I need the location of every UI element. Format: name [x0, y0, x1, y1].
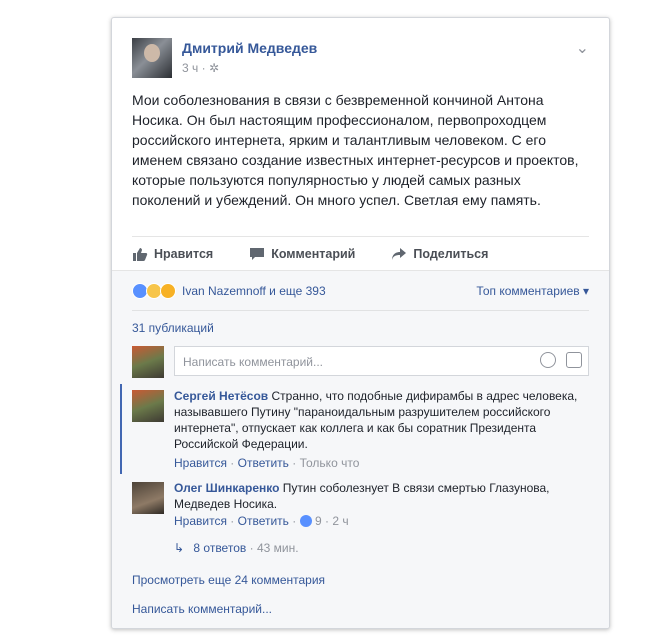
reactors-link[interactable]: Ivan Nazemnoff и еще 393 — [182, 284, 326, 298]
separator-dot: · — [230, 514, 238, 528]
post-text: Мои соболезнования в связи с безвременно… — [132, 92, 579, 208]
reactions-row: Ivan Nazemnoff и еще 393 Топ комментарие… — [132, 280, 589, 302]
comment-reply-link[interactable]: Ответить — [238, 456, 289, 470]
comment-body: Олег Шинкаренко Путин соболезнует В связ… — [174, 480, 589, 512]
chevron-down-icon[interactable]: ⌄ — [576, 38, 589, 58]
comment-like-link[interactable]: Нравится — [174, 456, 227, 470]
share-arrow-icon — [392, 248, 407, 260]
view-more-comments-link[interactable]: Просмотреть еще 24 комментария — [132, 573, 325, 587]
emoji-icon[interactable] — [540, 352, 556, 368]
commenter-name[interactable]: Олег Шинкаренко — [174, 481, 279, 495]
replies-link[interactable]: ↳ 8 ответов · 43 мин. — [174, 541, 299, 555]
globe-icon: ✲ — [208, 61, 220, 75]
comment-time[interactable]: Только что — [300, 456, 360, 470]
comment-actions: Нравится · Ответить · Только что — [174, 456, 359, 470]
commenter-name[interactable]: Сергей Нетёсов — [174, 389, 268, 403]
sort-label: Топ комментариев — [476, 284, 580, 298]
comment-reply-link[interactable]: Ответить — [238, 514, 289, 528]
separator-dot: · — [201, 61, 209, 75]
share-button[interactable]: Поделиться — [391, 247, 488, 261]
divider — [132, 310, 589, 311]
sort-comments-dropdown[interactable]: Топ комментариев ▾ — [476, 284, 589, 298]
comment-actions: Нравится · Ответить · 9 · 2 ч — [174, 514, 349, 528]
comment-item: Сергей Нетёсов Странно, что подобные диф… — [132, 388, 589, 476]
comment-label: Комментарий — [271, 247, 356, 261]
comment-time[interactable]: 2 ч — [332, 514, 348, 528]
separator-dot: · — [230, 456, 238, 470]
post-meta: 3 ч · ✲ — [182, 61, 219, 75]
separator-dot: · — [292, 456, 300, 470]
post-card: Дмитрий Медведев 3 ч · ✲ ⌄ Мои соболезно… — [111, 17, 610, 629]
replies-count: 8 ответов — [193, 541, 247, 555]
comment-input-placeholder: Написать комментарий... — [183, 355, 324, 369]
comment-like-count[interactable]: 9 — [315, 514, 322, 528]
caret-down-icon: ▾ — [579, 284, 589, 298]
comment-like-link[interactable]: Нравится — [174, 514, 227, 528]
like-count-icon — [299, 515, 312, 527]
comment-item: Олег Шинкаренко Путин соболезнует В связ… — [132, 480, 589, 534]
viewer-avatar — [132, 346, 164, 378]
share-label: Поделиться — [413, 247, 489, 261]
comment-composer: Написать комментарий... — [132, 346, 589, 380]
post-time[interactable]: 3 ч — [182, 61, 198, 75]
action-bar: Нравится Комментарий Поделиться — [132, 236, 589, 271]
separator-dot: · — [249, 541, 257, 555]
commenter-avatar[interactable] — [132, 390, 164, 422]
reply-arrow-icon: ↳ — [174, 541, 185, 555]
author-name[interactable]: Дмитрий Медведев — [182, 40, 317, 56]
replies-time: 43 мин. — [256, 541, 299, 555]
comment-body: Сергей Нетёсов Странно, что подобные диф… — [174, 388, 589, 452]
author-avatar[interactable] — [132, 38, 172, 78]
new-comment-highlight — [120, 384, 122, 474]
comment-icon — [250, 248, 265, 260]
like-button[interactable]: Нравится — [132, 247, 213, 261]
commenter-avatar[interactable] — [132, 482, 164, 514]
input-icons — [540, 352, 582, 368]
publications-link[interactable]: 31 публикаций — [132, 321, 214, 335]
thumbs-up-icon — [133, 248, 148, 261]
comment-button[interactable]: Комментарий — [249, 247, 355, 261]
post-header: Дмитрий Медведев 3 ч · ✲ ⌄ — [132, 38, 589, 78]
like-label: Нравится — [154, 247, 214, 261]
separator-dot: · — [292, 514, 300, 528]
sticker-icon[interactable] — [566, 352, 582, 368]
comment-input[interactable]: Написать комментарий... — [174, 346, 589, 376]
wow-reaction-icon[interactable] — [160, 283, 176, 299]
write-comment-link[interactable]: Написать комментарий... — [132, 602, 272, 616]
